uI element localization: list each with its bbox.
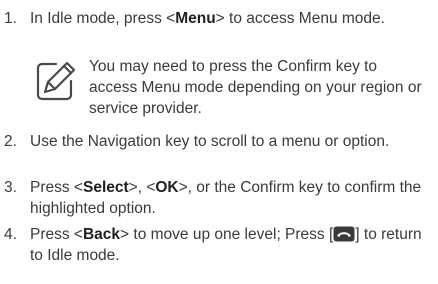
text-segment: Press < [30, 226, 83, 243]
instruction-page: 1. In Idle mode, press <Menu> to access … [0, 0, 438, 284]
end-call-key-icon [333, 226, 355, 242]
menu-key-label: Menu [175, 10, 216, 27]
text-segment: Press < [30, 179, 83, 196]
text-segment: >, < [128, 179, 156, 196]
ok-key-label: OK [155, 179, 179, 196]
step-number: 3. [4, 179, 17, 196]
step-number: 4. [4, 226, 17, 243]
step-number: 2. [4, 133, 17, 150]
step-text: Use the Navigation key to scroll to a me… [30, 133, 390, 150]
note-text: You may need to press the Confirm key to… [89, 58, 422, 117]
step-number: 1. [4, 10, 17, 27]
back-key-label: Back [82, 226, 121, 243]
step-text: Press <Back> to move up one level; Press… [30, 224, 430, 266]
step-text: Press <Select>, <OK>, or the Confirm key… [30, 177, 430, 219]
text-segment: > to access Menu mode. [215, 10, 385, 27]
select-key-label: Select [82, 179, 129, 196]
text-segment: > to move up one level; Press [ [120, 226, 334, 243]
note-pencil-icon [34, 59, 78, 103]
text-segment: In Idle mode, press < [30, 10, 176, 27]
step-text: In Idle mode, press <Menu> to access Men… [30, 8, 430, 29]
